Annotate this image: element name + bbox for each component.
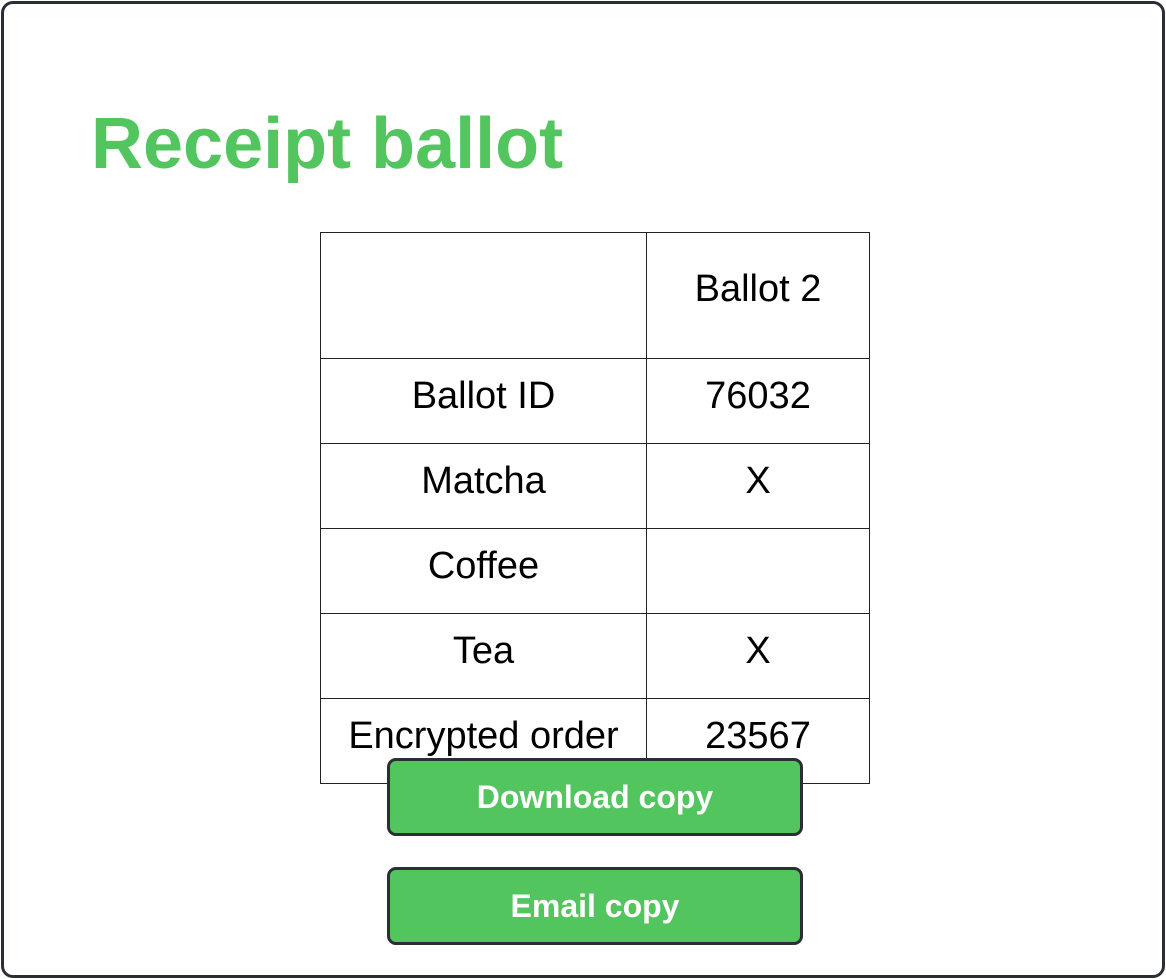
- table-row: Coffee: [320, 528, 870, 614]
- row-label-ballot-id: Ballot ID: [320, 358, 647, 444]
- row-label-matcha: Matcha: [320, 443, 647, 529]
- row-value-tea: X: [646, 613, 870, 699]
- row-value-coffee: [646, 528, 870, 614]
- table-row: Ballot ID 76032: [320, 358, 870, 444]
- table-row: Tea X: [320, 613, 870, 699]
- table-header-row: Ballot 2: [320, 232, 870, 359]
- download-copy-button[interactable]: Download copy: [387, 758, 803, 836]
- receipt-window: Receipt ballot Ballot 2 Ballot ID 76032 …: [1, 1, 1165, 978]
- table-row: Matcha X: [320, 443, 870, 529]
- email-copy-button[interactable]: Email copy: [387, 867, 803, 945]
- row-label-coffee: Coffee: [320, 528, 647, 614]
- page-title: Receipt ballot: [91, 104, 564, 184]
- header-empty-cell: [320, 232, 647, 359]
- row-label-tea: Tea: [320, 613, 647, 699]
- row-value-matcha: X: [646, 443, 870, 529]
- row-value-ballot-id: 76032: [646, 358, 870, 444]
- header-ballot-name: Ballot 2: [646, 232, 870, 359]
- ballot-table: Ballot 2 Ballot ID 76032 Matcha X Coffee…: [320, 232, 870, 784]
